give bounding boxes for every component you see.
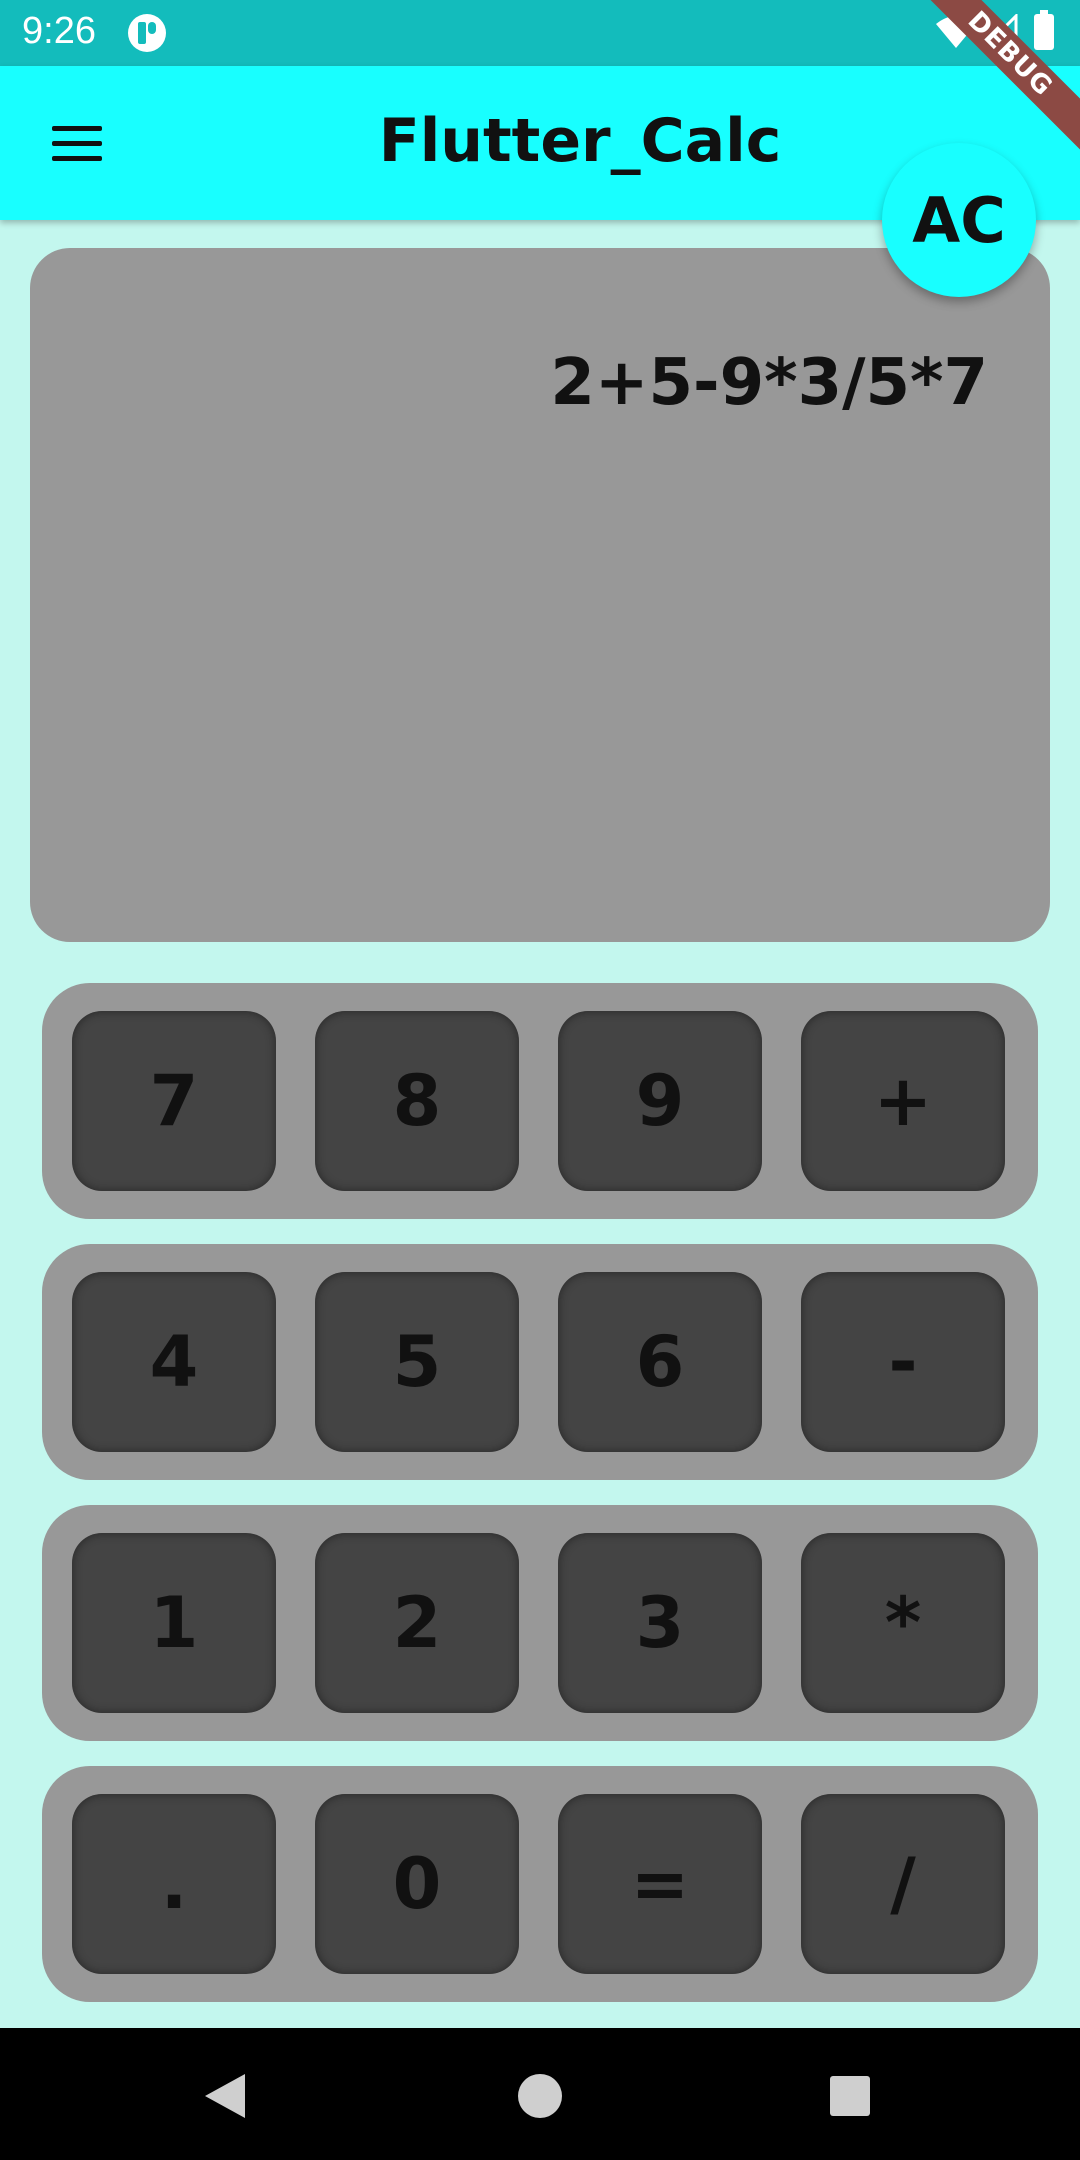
- key-3[interactable]: 3: [558, 1533, 762, 1713]
- keypad-row: . 0 = /: [42, 1766, 1038, 2002]
- key-minus[interactable]: -: [801, 1272, 1005, 1452]
- status-time: 9:26: [22, 10, 96, 52]
- expression-text: 2+5-9*3/5*7: [550, 346, 988, 420]
- keypad-row: 7 8 9 +: [42, 983, 1038, 1219]
- battery-icon: [1034, 10, 1054, 50]
- key-9[interactable]: 9: [558, 1011, 762, 1191]
- key-decimal[interactable]: .: [72, 1794, 276, 1974]
- status-bar: 9:26: [0, 0, 1080, 66]
- calculator-display: 2+5-9*3/5*7: [30, 248, 1050, 942]
- key-divide[interactable]: /: [801, 1794, 1005, 1974]
- key-5[interactable]: 5: [315, 1272, 519, 1452]
- key-0[interactable]: 0: [315, 1794, 519, 1974]
- key-2[interactable]: 2: [315, 1533, 519, 1713]
- keypad-row: 1 2 3 *: [42, 1505, 1038, 1741]
- key-6[interactable]: 6: [558, 1272, 762, 1452]
- key-multiply[interactable]: *: [801, 1533, 1005, 1713]
- key-8[interactable]: 8: [315, 1011, 519, 1191]
- recents-icon[interactable]: [830, 2076, 870, 2116]
- key-4[interactable]: 4: [72, 1272, 276, 1452]
- keypad-row: 4 5 6 -: [42, 1244, 1038, 1480]
- app-notification-icon: [128, 14, 166, 52]
- key-7[interactable]: 7: [72, 1011, 276, 1191]
- key-1[interactable]: 1: [72, 1533, 276, 1713]
- home-icon[interactable]: [518, 2074, 562, 2118]
- key-plus[interactable]: +: [801, 1011, 1005, 1191]
- key-equals[interactable]: =: [558, 1794, 762, 1974]
- clear-all-button[interactable]: AC: [882, 143, 1036, 297]
- back-icon[interactable]: [205, 2074, 245, 2118]
- system-navigation-bar: [0, 2028, 1080, 2160]
